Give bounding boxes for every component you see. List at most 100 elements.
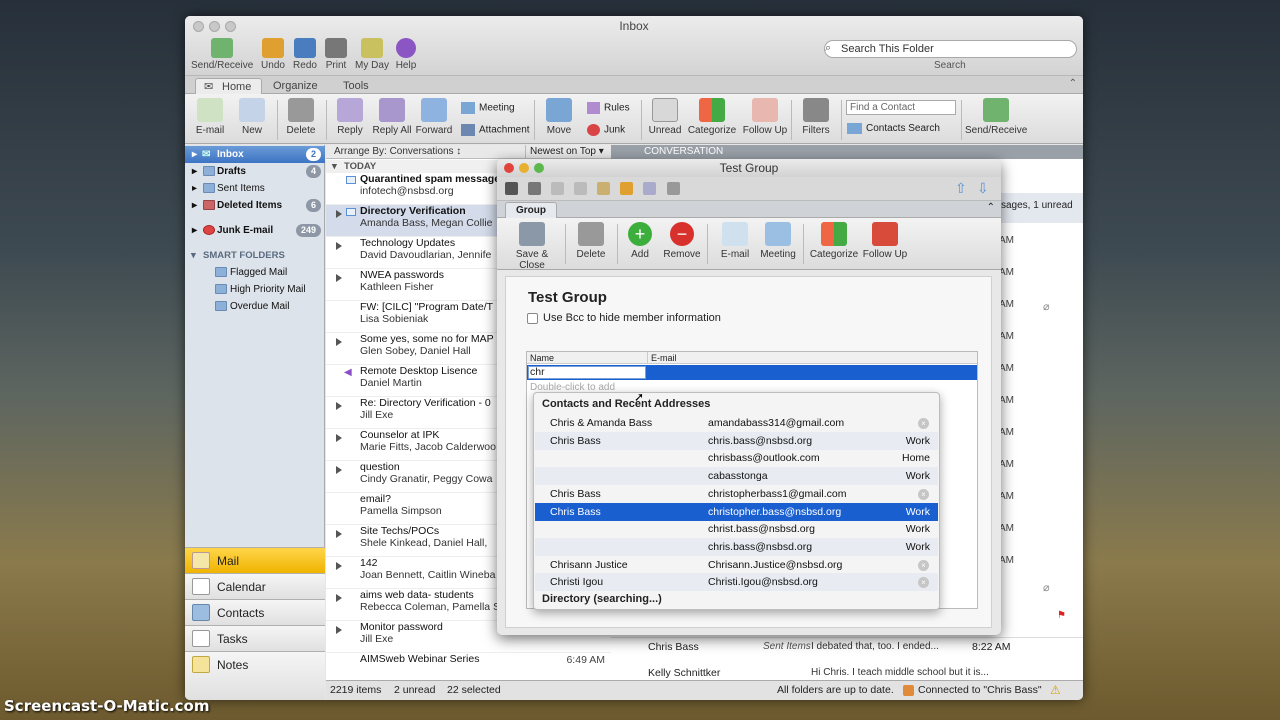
meeting-button[interactable]: Meeting <box>756 222 800 260</box>
folder-sent[interactable]: ▸ Sent Items <box>185 180 325 197</box>
meeting-button[interactable]: Meeting <box>461 102 515 114</box>
rules-button[interactable]: Rules <box>587 102 630 114</box>
disclosure-icon[interactable]: ▸ <box>192 197 197 214</box>
reply-button[interactable]: Reply <box>328 98 372 136</box>
search-input[interactable]: Search This Folder <box>824 40 1077 58</box>
smart-folders-header[interactable]: ▾ SMART FOLDERS <box>185 247 325 264</box>
copy-icon[interactable] <box>574 182 587 195</box>
disclosure-icon[interactable] <box>336 594 342 602</box>
folder-inbox[interactable]: ▸ ✉ Inbox 2 <box>185 146 325 163</box>
collapse-ribbon-icon[interactable]: ⌃ <box>1069 78 1077 89</box>
collapse-ribbon-icon[interactable]: ⌃ <box>987 202 995 213</box>
tab-organize[interactable]: Organize <box>263 78 328 94</box>
nav-notes[interactable]: Notes <box>185 651 325 700</box>
remove-recent-icon[interactable]: × <box>918 559 929 571</box>
filters-button[interactable]: Filters <box>794 98 838 136</box>
categorize-button[interactable]: Categorize <box>687 98 737 136</box>
new-button[interactable]: New <box>230 98 274 136</box>
attachment-button[interactable]: Attachment <box>461 124 530 136</box>
smart-overdue[interactable]: Overdue Mail <box>185 298 325 315</box>
move-button[interactable]: Move <box>537 98 581 136</box>
email-group-button[interactable]: E-mail <box>713 222 757 260</box>
tab-group[interactable]: Group <box>505 202 557 218</box>
paste-icon[interactable] <box>597 182 610 195</box>
follow-up-button[interactable]: Follow Up <box>741 98 789 136</box>
disclosure-icon[interactable]: ▸ <box>192 180 197 197</box>
undo-icon[interactable] <box>620 182 633 195</box>
send-receive-toolbar-button[interactable]: Send/Receive <box>191 38 253 71</box>
warning-icon[interactable]: ⚠ <box>1050 681 1061 700</box>
disclosure-icon[interactable] <box>336 338 342 346</box>
contacts-search-button[interactable]: Contacts Search <box>847 123 940 134</box>
delete-button[interactable]: Delete <box>569 222 613 260</box>
junk-button[interactable]: Junk <box>587 124 625 136</box>
disclosure-icon[interactable] <box>336 242 342 250</box>
disclosure-icon[interactable] <box>336 562 342 570</box>
add-member-button[interactable]: + Add <box>618 222 662 260</box>
flag-icon[interactable]: ⚑ <box>1057 610 1066 621</box>
nav-mail[interactable]: Mail <box>185 547 325 573</box>
print-icon[interactable] <box>528 182 541 195</box>
disclosure-icon[interactable]: ▸ <box>192 222 197 239</box>
remove-recent-icon[interactable]: × <box>918 418 929 429</box>
reply-all-button[interactable]: Reply All <box>370 98 414 136</box>
disclosure-open-icon[interactable]: ▾ <box>332 160 337 173</box>
folder-drafts[interactable]: ▸ Drafts 4 <box>185 163 325 180</box>
smart-flagged[interactable]: Flagged Mail <box>185 264 325 281</box>
disclosure-icon[interactable]: ▸ <box>192 146 197 163</box>
help-button[interactable]: Help <box>385 38 427 71</box>
suggestion-row[interactable]: Chris Bass chris.bass@nsbsd.org Work <box>535 431 938 450</box>
send-receive-button[interactable]: Send/Receive <box>965 98 1027 136</box>
disclosure-icon[interactable] <box>336 626 342 634</box>
cut-icon[interactable] <box>551 182 564 195</box>
disclosure-open-icon[interactable]: ▾ <box>191 247 196 264</box>
disclosure-icon[interactable] <box>336 434 342 442</box>
tab-home[interactable]: ✉ Home <box>195 78 263 94</box>
delete-button[interactable]: Delete <box>279 98 323 136</box>
bcc-checkbox[interactable] <box>527 313 538 324</box>
disclosure-icon[interactable] <box>336 530 342 538</box>
forward-button[interactable]: Forward <box>412 98 456 136</box>
suggestion-row[interactable]: Chris Bass christopherbass1@gmail.com × <box>535 485 938 503</box>
unread-button[interactable]: Unread <box>643 98 687 136</box>
nav-tasks[interactable]: Tasks <box>185 625 325 651</box>
save-close-button[interactable]: Save & Close <box>503 222 561 271</box>
remove-member-button[interactable]: − Remove <box>660 222 704 260</box>
nav-contacts[interactable]: Contacts <box>185 599 325 625</box>
suggestion-row[interactable]: Chrisann Justice Chrisann.Justice@nsbsd.o… <box>535 556 938 574</box>
suggestion-row[interactable]: Christi Igou Christi.Igou@nsbsd.org × <box>535 573 938 592</box>
remove-recent-icon[interactable]: × <box>918 488 929 500</box>
disclosure-icon[interactable] <box>336 274 342 282</box>
conversation-item[interactable]: Kelly Schnittker Hi Chris. I teach middl… <box>611 665 1083 680</box>
down-arrow-icon[interactable]: ⇩ <box>977 180 989 197</box>
zoom-button[interactable] <box>534 163 544 173</box>
disclosure-icon[interactable] <box>336 402 342 410</box>
smart-high-priority[interactable]: High Priority Mail <box>185 281 325 298</box>
suggestion-row[interactable]: christ.bass@nsbsd.org Work <box>535 520 938 538</box>
follow-up-button[interactable]: Follow Up <box>860 222 910 260</box>
new-email-button[interactable]: E-mail <box>188 98 232 136</box>
minimize-button[interactable] <box>519 163 529 173</box>
folder-junk[interactable]: ▸ Junk E-mail 249 <box>185 222 325 239</box>
suggestion-row[interactable]: chrisbass@outlook.com Home <box>535 449 938 467</box>
folder-deleted[interactable]: ▸ Deleted Items 6 <box>185 197 325 214</box>
col-name-header[interactable]: Name <box>530 352 554 364</box>
find-contact-input[interactable]: Find a Contact <box>846 100 956 115</box>
suggestion-row[interactable]: chris.bass@nsbsd.org Work <box>535 537 938 556</box>
remove-recent-icon[interactable]: × <box>918 577 929 589</box>
categorize-button[interactable]: Categorize <box>807 222 861 260</box>
format-icon[interactable] <box>667 182 680 195</box>
disclosure-icon[interactable]: ▸ <box>192 163 197 180</box>
tab-tools[interactable]: Tools <box>333 78 379 94</box>
suggestion-row[interactable]: Chris & Amanda Bass amandabass314@gmail.c… <box>535 414 938 432</box>
sort-order-button[interactable]: Newest on Top ▾ <box>525 145 625 159</box>
up-arrow-icon[interactable]: ⇧ <box>955 180 967 197</box>
disclosure-icon[interactable] <box>336 210 342 218</box>
redo-icon[interactable] <box>643 182 656 195</box>
conversation-item[interactable]: Chris Bass Sent Items I debated that, to… <box>611 637 1083 657</box>
close-button[interactable] <box>504 163 514 173</box>
suggestion-row[interactable]: cabasstonga Work <box>535 467 938 486</box>
suggestion-row[interactable]: Chris Bass christopher.bass@nsbsd.org Work <box>535 502 938 521</box>
disclosure-icon[interactable] <box>336 466 342 474</box>
col-email-header[interactable]: E-mail <box>651 352 677 364</box>
